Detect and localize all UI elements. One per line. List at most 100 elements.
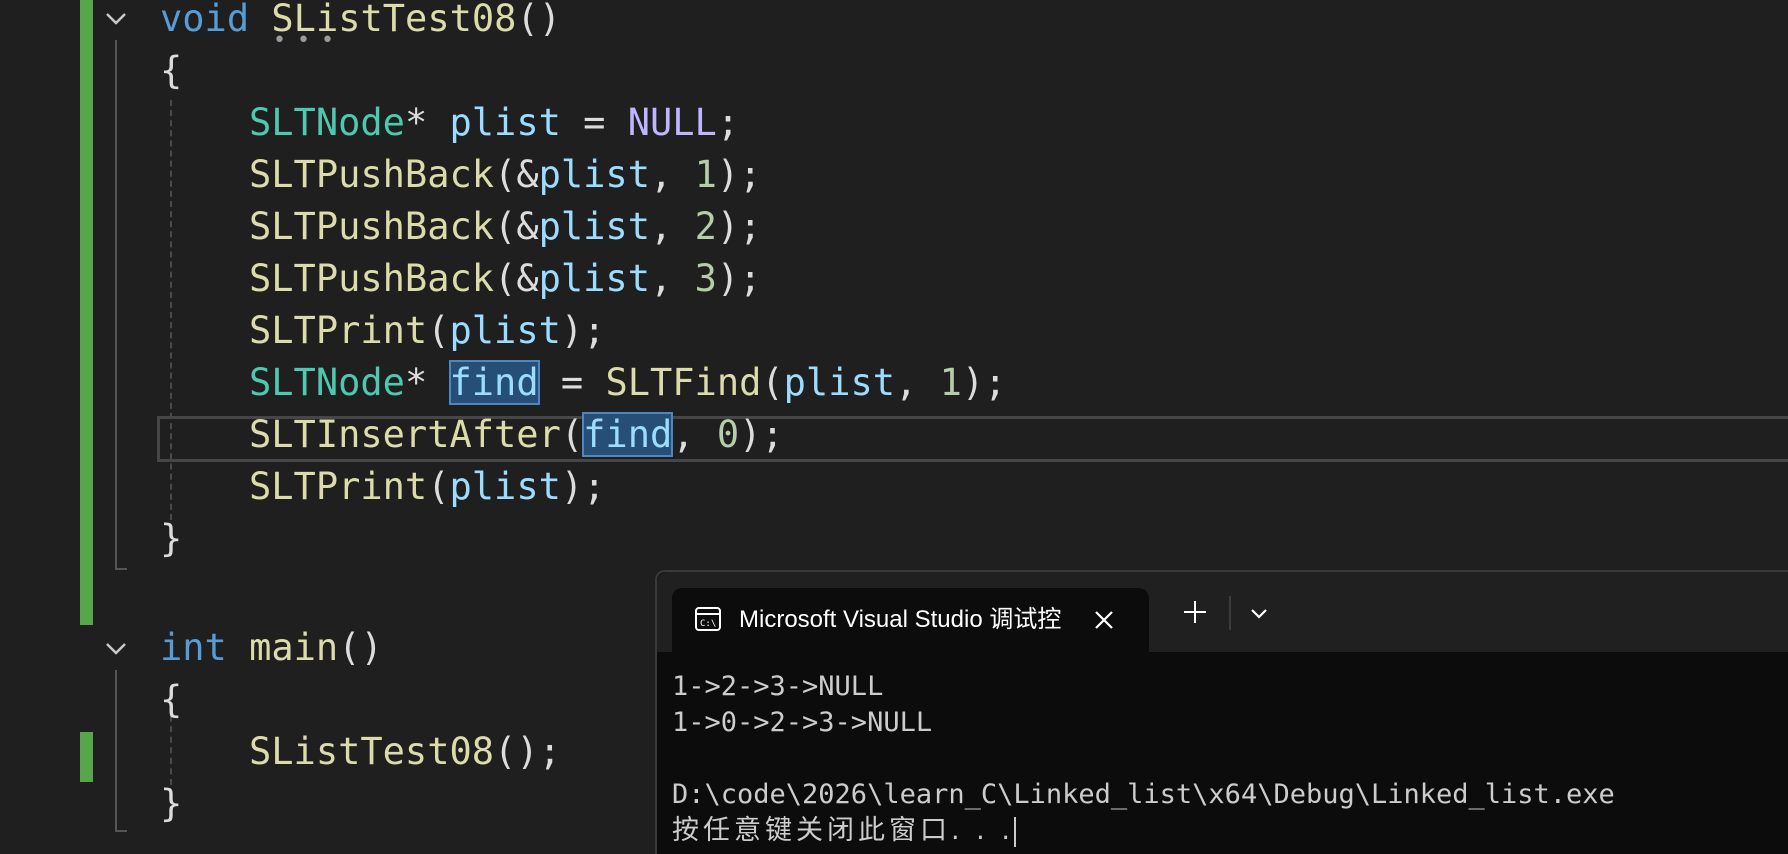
code-token[interactable]: ); <box>561 309 606 352</box>
code-token[interactable]: SLTPushBack <box>249 153 494 196</box>
code-token[interactable]: = <box>561 101 628 144</box>
code-token[interactable]: (& <box>494 205 539 248</box>
console-icon: C:\ <box>694 605 722 633</box>
text-cursor <box>1013 816 1016 847</box>
code-token[interactable]: } <box>160 517 182 560</box>
change-indicator-bar <box>80 0 93 625</box>
code-token[interactable]: SLTPushBack <box>249 205 494 248</box>
highlighted-symbol[interactable]: find <box>582 412 674 457</box>
code-token[interactable]: () <box>516 0 561 40</box>
code-line[interactable]: SLTNode* plist = NULL; <box>249 97 739 149</box>
debug-console-window[interactable]: C:\ Microsoft Visual Studio 调试控 1->2->3-… <box>655 570 1788 854</box>
code-token[interactable]: { <box>160 49 182 92</box>
code-token[interactable]: main <box>249 626 338 669</box>
code-token[interactable]: ); <box>962 361 1007 404</box>
code-token[interactable]: 1 <box>940 361 962 404</box>
code-line[interactable]: SLTPushBack(&plist, 3); <box>249 253 761 305</box>
code-line[interactable]: SLTPushBack(&plist, 1); <box>249 149 761 201</box>
highlighted-symbol[interactable]: find <box>448 360 540 405</box>
code-token[interactable] <box>249 0 271 40</box>
code-token[interactable]: SLTInsertAfter <box>249 413 561 456</box>
code-token[interactable]: void <box>160 0 249 40</box>
code-token[interactable]: SListTest08 <box>249 730 494 773</box>
svg-text:C:\: C:\ <box>700 619 716 629</box>
close-icon[interactable] <box>1090 606 1118 634</box>
code-line[interactable]: SLTPrint(plist); <box>249 461 605 513</box>
code-token[interactable]: (); <box>494 730 561 773</box>
console-line: 1->0->2->3->NULL <box>672 707 933 738</box>
code-line[interactable]: SListTest08(); <box>249 726 561 778</box>
screen: void SListTest08() { SLTNode* plist = NU… <box>0 0 1788 854</box>
code-token[interactable]: * <box>405 101 450 144</box>
code-line[interactable]: SLTInsertAfter(find, 0); <box>249 409 784 461</box>
code-token[interactable]: ); <box>717 205 762 248</box>
code-line[interactable]: void SListTest08() <box>160 0 561 45</box>
scope-line-end <box>115 568 127 570</box>
fold-chevron-icon[interactable] <box>103 636 129 662</box>
code-token[interactable]: , <box>672 413 717 456</box>
fold-chevron-icon[interactable] <box>103 6 129 32</box>
code-token[interactable]: NULL <box>628 101 717 144</box>
code-token[interactable]: ( <box>427 465 449 508</box>
change-indicator-bar <box>80 732 93 782</box>
code-token[interactable]: ); <box>739 413 784 456</box>
console-prompt-line: 按任意键关闭此窗口. . . <box>672 813 1615 849</box>
code-token[interactable]: SLTNode <box>249 101 405 144</box>
code-token[interactable]: int <box>160 626 227 669</box>
console-line: D:\code\2026\learn_C\Linked_list\x64\Deb… <box>672 779 1615 810</box>
code-token[interactable]: plist <box>784 361 895 404</box>
code-token[interactable]: (& <box>494 257 539 300</box>
code-line[interactable]: SLTPushBack(&plist, 2); <box>249 201 761 253</box>
code-line[interactable]: SLTPrint(plist); <box>249 305 605 357</box>
code-token[interactable]: , <box>650 205 695 248</box>
code-token[interactable]: (& <box>494 153 539 196</box>
code-token[interactable]: plist <box>450 101 561 144</box>
code-token[interactable]: plist <box>450 309 561 352</box>
scope-line <box>115 670 117 830</box>
chevron-down-icon[interactable] <box>1244 599 1274 629</box>
plus-icon[interactable] <box>1179 596 1211 628</box>
code-token[interactable]: ( <box>561 413 583 456</box>
code-token[interactable]: * <box>405 361 450 404</box>
code-line[interactable]: SLTNode* find = SLTFind(plist, 1); <box>249 357 1006 409</box>
code-line[interactable]: } <box>160 513 182 565</box>
code-token[interactable]: ( <box>427 309 449 352</box>
code-token[interactable]: plist <box>450 465 561 508</box>
code-token[interactable]: SLTNode <box>249 361 405 404</box>
code-token[interactable]: SLTPrint <box>249 309 427 352</box>
code-token[interactable]: = <box>539 361 606 404</box>
code-token[interactable]: 2 <box>695 205 717 248</box>
code-token[interactable]: 1 <box>695 153 717 196</box>
code-line[interactable]: { <box>160 674 182 726</box>
code-token[interactable]: } <box>160 782 182 825</box>
code-token[interactable]: ( <box>761 361 783 404</box>
code-token[interactable]: 3 <box>695 257 717 300</box>
code-token[interactable]: ); <box>717 257 762 300</box>
scope-line <box>115 40 117 570</box>
code-token[interactable]: plist <box>539 153 650 196</box>
code-token[interactable]: SLTPushBack <box>249 257 494 300</box>
code-token[interactable]: 0 <box>717 413 739 456</box>
code-token[interactable]: , <box>650 153 695 196</box>
code-token[interactable]: plist <box>539 257 650 300</box>
console-line: 1->2->3->NULL <box>672 671 884 702</box>
code-token[interactable]: SLTFind <box>605 361 761 404</box>
code-token[interactable]: ; <box>717 101 739 144</box>
code-line[interactable]: } <box>160 778 182 830</box>
code-token[interactable]: { <box>160 678 182 721</box>
code-line[interactable]: { <box>160 45 182 97</box>
code-token[interactable]: ); <box>717 153 762 196</box>
console-titlebar[interactable]: C:\ Microsoft Visual Studio 调试控 <box>657 572 1788 652</box>
code-token[interactable]: , <box>650 257 695 300</box>
code-token[interactable]: plist <box>539 205 650 248</box>
code-line[interactable]: int main() <box>160 622 383 674</box>
console-tab[interactable]: C:\ Microsoft Visual Studio 调试控 <box>672 588 1149 652</box>
code-token[interactable] <box>227 626 249 669</box>
code-token[interactable]: SLTPrint <box>249 465 427 508</box>
code-token[interactable]: () <box>338 626 383 669</box>
console-tab-title: Microsoft Visual Studio 调试控 <box>739 606 1062 633</box>
code-token[interactable]: , <box>895 361 940 404</box>
code-token[interactable]: ); <box>561 465 606 508</box>
suggestion-dots[interactable]: • • • <box>273 30 336 52</box>
